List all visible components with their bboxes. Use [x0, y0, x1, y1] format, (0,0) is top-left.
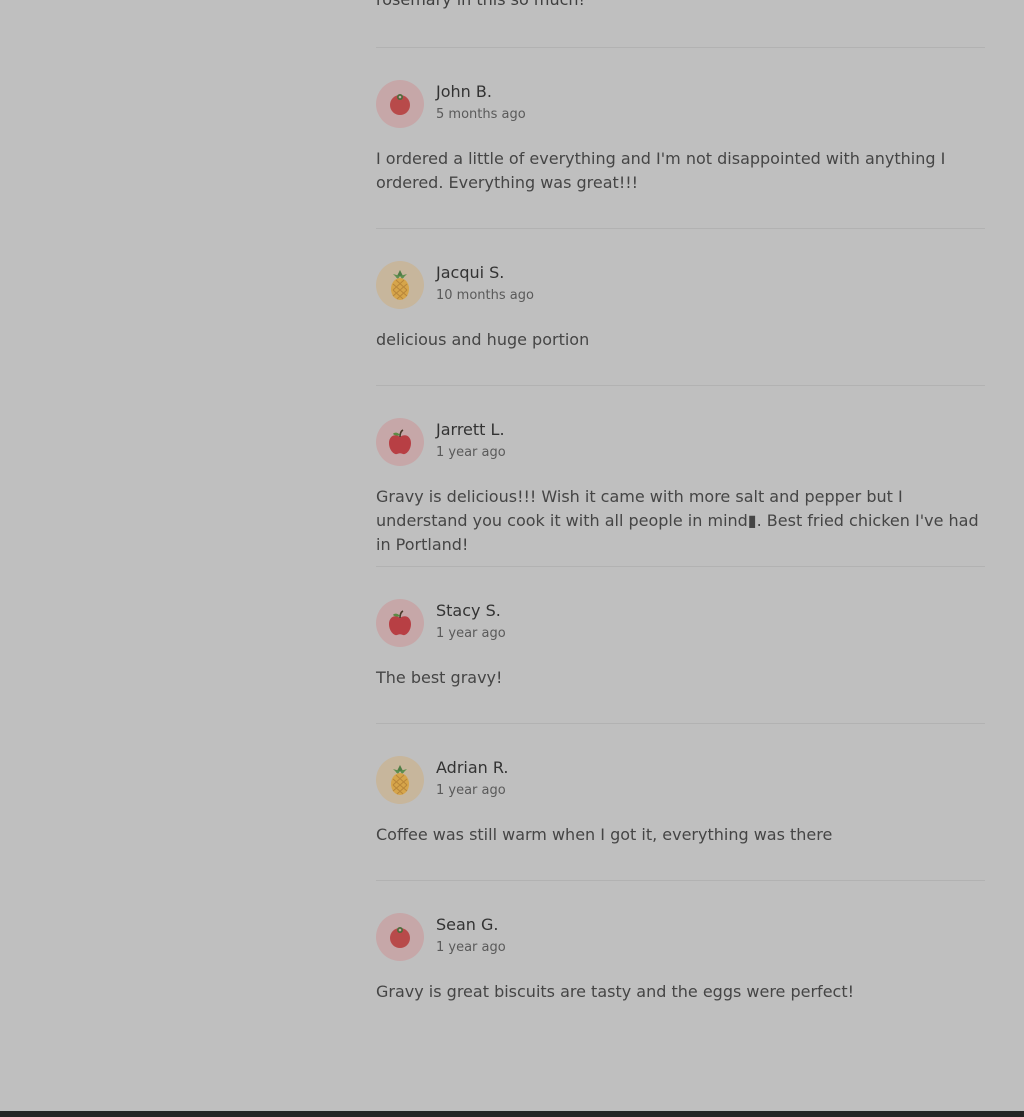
review-text: Gravy is delicious!!! Wish it came with …	[376, 487, 979, 554]
review-time: 1 year ago	[436, 940, 506, 955]
review-text-previous: rosemary in this so much!	[376, 0, 585, 12]
review-item: Adrian R. 1 year ago Coffee was still wa…	[376, 756, 985, 847]
reviewer-name: Jarrett L.	[436, 420, 505, 439]
review-text: Gravy is great biscuits are tasty and th…	[376, 982, 855, 1001]
reviewer-name: Sean G.	[436, 915, 499, 934]
review-text: I ordered a little of everything and I'm…	[376, 149, 946, 192]
avatar	[376, 599, 424, 647]
page: rosemary in this so much! John B. 5 mont…	[0, 0, 1024, 1117]
review-item: Jarrett L. 1 year ago Gravy is delicious…	[376, 418, 985, 557]
pineapple-icon	[391, 765, 409, 795]
review-item: Stacy S. 1 year ago The best gravy!	[376, 599, 985, 690]
review-item: Sean G. 1 year ago Gravy is great biscui…	[376, 913, 985, 1004]
reviewer-name: Adrian R.	[436, 758, 509, 777]
avatar	[376, 913, 424, 961]
tomato-icon	[390, 927, 410, 948]
avatar	[376, 261, 424, 309]
divider	[376, 228, 985, 229]
review-time: 10 months ago	[436, 288, 534, 303]
review-item: John B. 5 months ago I ordered a little …	[376, 80, 985, 195]
divider	[376, 566, 985, 567]
footer-bar	[0, 1111, 1024, 1117]
avatar	[376, 756, 424, 804]
pineapple-icon	[391, 270, 409, 300]
review-text: delicious and huge portion	[376, 330, 590, 349]
review-time: 1 year ago	[436, 626, 506, 641]
review-time: 1 year ago	[436, 445, 506, 460]
review-time: 5 months ago	[436, 107, 526, 122]
divider	[376, 385, 985, 386]
divider	[376, 723, 985, 724]
review-text: The best gravy!	[376, 668, 503, 687]
review-text: Coffee was still warm when I got it, eve…	[376, 825, 833, 844]
reviewer-name: John B.	[436, 82, 492, 101]
apple-icon	[389, 429, 411, 455]
apple-icon	[389, 610, 411, 636]
avatar	[376, 418, 424, 466]
reviewer-name: Stacy S.	[436, 601, 501, 620]
review-time: 1 year ago	[436, 783, 506, 798]
tomato-icon	[390, 94, 410, 115]
avatar	[376, 80, 424, 128]
review-item: Jacqui S. 10 months ago delicious and hu…	[376, 261, 985, 352]
divider	[376, 47, 985, 48]
reviewer-name: Jacqui S.	[436, 263, 505, 282]
divider	[376, 880, 985, 881]
